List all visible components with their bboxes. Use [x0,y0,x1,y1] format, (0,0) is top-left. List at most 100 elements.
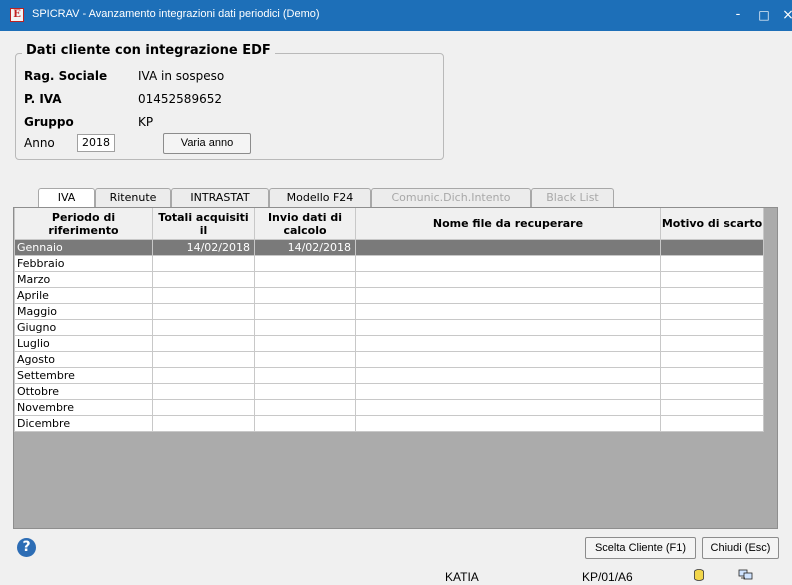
tab-comunic-dich-intento[interactable]: Comunic.Dich.Intento [371,188,531,207]
cell-nome-file [355,335,661,352]
help-icon[interactable]: ? [17,538,36,557]
application-window: E SPICRAV - Avanzamento integrazioni dat… [0,0,792,585]
column-header-invio[interactable]: Invio dati di calcolo [254,208,356,240]
cell-invio [254,399,356,416]
cell-periodo: Gennaio [14,239,153,256]
cell-nome-file [355,255,661,272]
maximize-button[interactable]: □ [754,5,774,25]
tab-ritenute[interactable]: Ritenute [95,188,171,207]
cell-totali [152,335,255,352]
cell-motivo [660,303,764,320]
cell-periodo: Febbraio [14,255,153,272]
cell-motivo [660,271,764,288]
table-header-row: Periodo di riferimento Totali acquisiti … [14,208,764,240]
close-button[interactable]: × [778,5,792,25]
piva-value: 01452589652 [138,92,222,106]
cell-motivo [660,399,764,416]
table-row[interactable]: Novembre [14,399,764,416]
cell-nome-file [355,415,661,432]
tab-black-list[interactable]: Black List [531,188,614,207]
cell-motivo [660,351,764,368]
cell-totali: 14/02/2018 [152,239,255,256]
cell-invio: 14/02/2018 [254,239,356,256]
varia-anno-button[interactable]: Varia anno [163,133,251,154]
app-logo-icon: E [10,8,24,22]
cell-motivo [660,239,764,256]
scelta-cliente-button[interactable]: Scelta Cliente (F1) [585,537,696,559]
cell-totali [152,255,255,272]
gruppo-value: KP [138,115,154,129]
table-row[interactable]: Febbraio [14,255,764,272]
cell-periodo: Novembre [14,399,153,416]
cell-invio [254,335,356,352]
table-row[interactable]: Maggio [14,303,764,320]
piva-label: P. IVA [24,92,62,106]
cell-periodo: Ottobre [14,383,153,400]
cell-motivo [660,383,764,400]
cell-motivo [660,319,764,336]
table-row[interactable]: Dicembre [14,415,764,432]
tab-iva[interactable]: IVA [38,188,95,208]
cell-nome-file [355,319,661,336]
cell-invio [254,303,356,320]
cell-totali [152,303,255,320]
column-header-nome-file[interactable]: Nome file da recuperare [355,208,661,240]
table-row[interactable]: Agosto [14,351,764,368]
cell-nome-file [355,287,661,304]
cell-totali [152,415,255,432]
table-row[interactable]: Ottobre [14,383,764,400]
periods-grid[interactable]: Periodo di riferimento Totali acquisiti … [13,207,778,529]
title-bar[interactable]: E SPICRAV - Avanzamento integrazioni dat… [0,0,792,31]
cell-invio [254,271,356,288]
cell-motivo [660,255,764,272]
cell-nome-file [355,383,661,400]
column-header-totali[interactable]: Totali acquisiti il [152,208,255,240]
cell-nome-file [355,399,661,416]
cell-totali [152,271,255,288]
cell-periodo: Giugno [14,319,153,336]
cell-nome-file [355,239,661,256]
cell-totali [152,319,255,336]
cell-periodo: Dicembre [14,415,153,432]
cell-periodo: Luglio [14,335,153,352]
status-code: KP/01/A6 [582,570,633,584]
cell-invio [254,383,356,400]
cell-periodo: Agosto [14,351,153,368]
cell-periodo: Marzo [14,271,153,288]
table-row[interactable]: Gennaio 14/02/2018 14/02/2018 [14,239,764,256]
window-title: SPICRAV - Avanzamento integrazioni dati … [32,8,320,20]
periods-table: Periodo di riferimento Totali acquisiti … [14,208,764,432]
cell-motivo [660,335,764,352]
cell-motivo [660,415,764,432]
table-row[interactable]: Giugno [14,319,764,336]
column-header-periodo[interactable]: Periodo di riferimento [14,208,153,240]
chiudi-button[interactable]: Chiudi (Esc) [702,537,779,559]
cell-motivo [660,367,764,384]
table-row[interactable]: Aprile [14,287,764,304]
tab-intrastat[interactable]: INTRASTAT [171,188,269,207]
cell-invio [254,351,356,368]
gruppo-label: Gruppo [24,115,74,129]
table-row[interactable]: Luglio [14,335,764,352]
cell-totali [152,367,255,384]
cell-totali [152,351,255,368]
column-header-motivo[interactable]: Motivo di scarto [660,208,764,240]
cell-nome-file [355,351,661,368]
cell-nome-file [355,367,661,384]
anno-label: Anno [24,136,55,150]
network-icon [738,569,753,580]
cell-totali [152,399,255,416]
tab-modello-f24[interactable]: Modello F24 [269,188,371,207]
anno-field[interactable]: 2018 [77,134,115,152]
minimize-button[interactable]: - [728,5,748,25]
table-row[interactable]: Settembre [14,367,764,384]
database-icon [694,569,704,581]
cell-periodo: Maggio [14,303,153,320]
cell-nome-file [355,271,661,288]
cell-invio [254,319,356,336]
cell-invio [254,255,356,272]
cell-invio [254,367,356,384]
cell-periodo: Aprile [14,287,153,304]
table-row[interactable]: Marzo [14,271,764,288]
rag-sociale-label: Rag. Sociale [24,69,108,83]
